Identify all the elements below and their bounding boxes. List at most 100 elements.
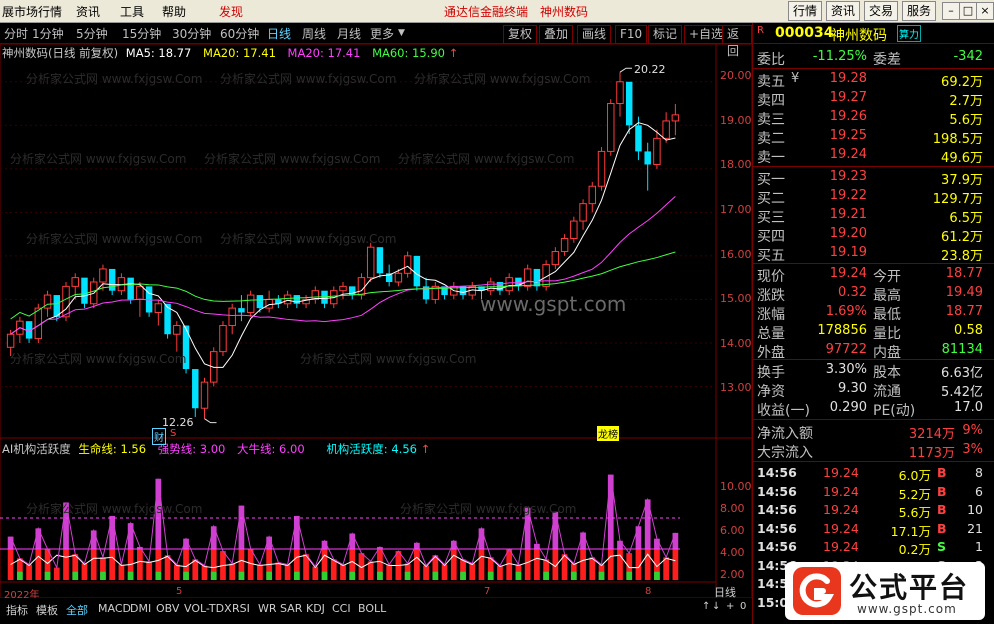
indicator-bar-green — [183, 571, 189, 580]
tab-rsi[interactable]: RSI — [230, 602, 252, 615]
candle-body — [99, 268, 107, 283]
stat-label: 股本 — [873, 365, 901, 381]
tick-time: 14:56 — [757, 483, 797, 499]
concept-badge[interactable]: 算力 — [897, 25, 921, 42]
indicator-bar — [275, 562, 282, 580]
tick-count: 21 — [967, 520, 983, 536]
ask-row[interactable]: 卖三 19.26 5.6万 — [757, 109, 989, 128]
divider — [753, 263, 994, 264]
tick-price: 19.24 — [823, 539, 859, 554]
ask-row[interactable]: 卖四 19.27 2.7万 — [757, 90, 989, 109]
divider — [753, 166, 994, 167]
indicator-bar-green — [72, 571, 79, 580]
indicator-bar — [423, 565, 429, 580]
bid-row[interactable]: 买五 19.19 23.8万 — [757, 245, 989, 264]
sell-signal-tag: S — [170, 428, 177, 439]
candle-body — [616, 81, 624, 105]
candle-body — [570, 220, 578, 239]
quote-button[interactable]: 行情 — [788, 1, 823, 21]
finance-tag[interactable]: 财 — [152, 428, 166, 445]
indicator-bar-green — [210, 571, 217, 580]
indicator-bar — [137, 549, 143, 580]
service-button[interactable]: 服务 — [902, 1, 937, 21]
tab-template[interactable]: 模板 — [34, 602, 60, 618]
candle-body — [635, 125, 642, 152]
stat-row: 换手 3.30% 股本 6.63亿 — [757, 362, 989, 381]
candle-body — [339, 285, 347, 292]
bid-row[interactable]: 买二 19.22 129.7万 — [757, 188, 989, 207]
tab-wr[interactable]: WR — [256, 602, 279, 615]
indicator-bar-upper — [63, 502, 69, 549]
candle-body — [588, 185, 597, 205]
candle-body — [283, 294, 292, 305]
divider — [753, 419, 994, 420]
tab-dmi[interactable]: DMI — [128, 602, 153, 615]
tick-direction: B — [937, 483, 947, 499]
stat-value: 0.32 — [838, 285, 867, 300]
bid-price: 19.19 — [829, 245, 867, 260]
candle-body — [644, 151, 651, 165]
chart-title: 神州数码(日线 前复权) — [2, 46, 119, 60]
stat-row: 涨幅 1.69% 最低 18.77 — [757, 304, 989, 323]
bid-row[interactable]: 买三 19.21 6.5万 — [757, 207, 989, 226]
tick-volume: 5.2万 — [898, 486, 931, 502]
candle-body — [597, 150, 606, 187]
stat-label: 换手 — [757, 365, 785, 381]
ask-row[interactable]: 卖一 19.24 49.6万 — [757, 147, 989, 166]
indicator-bar-upper — [478, 528, 485, 549]
ask-label: 卖一 — [757, 150, 785, 166]
close-icon[interactable]: × — [976, 2, 994, 20]
stat-label: 流通 — [873, 384, 901, 400]
trade-button[interactable]: 交易 — [864, 1, 899, 21]
dragon-list-tag[interactable]: 龙榜 — [597, 426, 619, 441]
ask-label: 卖五 — [757, 74, 785, 90]
bid-price: 19.20 — [829, 226, 867, 241]
stat-row: 总量 178856 量比 0.58 — [757, 323, 989, 342]
indicator-bar-green — [654, 571, 660, 580]
stat-row: 涨跌 0.32 最高 19.49 — [757, 285, 989, 304]
bid-price: 19.21 — [829, 207, 867, 222]
bid-label: 买三 — [757, 210, 785, 226]
tab-cci[interactable]: CCI — [330, 602, 353, 615]
tab-vol-tdx[interactable]: VOL-TDX — [182, 602, 234, 615]
tick-price: 19.24 — [823, 483, 859, 499]
bid-row[interactable]: 买四 19.20 61.2万 — [757, 226, 989, 245]
bid-row[interactable]: 买一 19.23 37.9万 — [757, 169, 989, 188]
minimize-icon[interactable]: – — [942, 2, 960, 20]
maximize-icon[interactable]: □ — [959, 2, 977, 20]
tick-row: 14:56 19.24 0.2万 S 1 — [757, 539, 989, 557]
kline-chart[interactable] — [0, 0, 752, 624]
zoom-reset-icon[interactable]: 0 — [738, 601, 748, 612]
divider — [753, 461, 994, 462]
flow-row: 净流入额 3214万 9% — [757, 423, 989, 442]
candle-body — [173, 325, 181, 335]
info-button[interactable]: 资讯 — [826, 1, 861, 21]
tab-indicator[interactable]: 指标 — [4, 602, 30, 618]
arrow-down-icon[interactable]: ↓ — [710, 601, 722, 612]
zoom-in-icon[interactable]: + — [724, 601, 736, 612]
tab-obv[interactable]: OBV — [154, 602, 181, 615]
tab-all[interactable]: 全部 — [64, 602, 90, 618]
quote-panel: R 000034 神州数码 算力 委比 -11.25% 委差 -342 卖五 ¥… — [752, 23, 994, 624]
ask-row[interactable]: 卖五 ¥ 19.28 69.2万 — [757, 71, 989, 90]
ask-row[interactable]: 卖二 19.25 198.5万 — [757, 128, 989, 147]
stat-value: 0.58 — [954, 323, 983, 338]
indicator-bar — [450, 549, 457, 580]
tab-boll[interactable]: BOLL — [356, 602, 388, 615]
indicator-bar-green — [155, 571, 162, 580]
indicator-bar-green — [266, 571, 272, 580]
tick-price: 19.24 — [823, 520, 859, 536]
stat-label: 量比 — [873, 326, 901, 342]
stat-label: 总量 — [757, 326, 785, 342]
price-tick: 13.00 — [720, 381, 752, 394]
tab-kdj[interactable]: KDJ — [304, 602, 327, 615]
tab-sar[interactable]: SAR — [278, 602, 304, 615]
ask-volume: 198.5万 — [932, 132, 983, 147]
brand-logo-icon — [793, 567, 841, 615]
price-tick: 20.00 — [720, 69, 752, 82]
period-label: 日线 — [714, 586, 736, 599]
price-tick: 16.00 — [720, 248, 752, 261]
candle-body — [607, 103, 615, 152]
ma60-label: MA60: 15.90 — [372, 46, 445, 60]
indicator-bar — [386, 564, 393, 580]
